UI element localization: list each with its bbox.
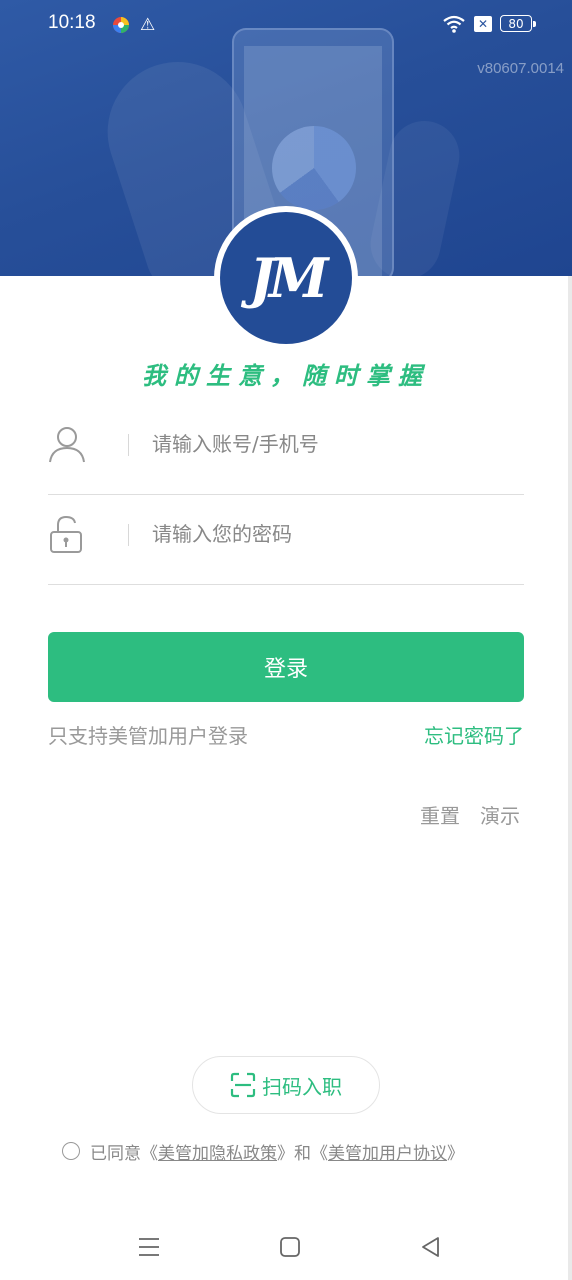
user-agreement-link[interactable]: 美管加用户协议 — [328, 1139, 447, 1164]
reset-button[interactable]: 重置 — [420, 800, 460, 829]
agreement-row: 已同意《 美管加隐私政策 》和《 美管加用户协议 》 — [62, 1138, 464, 1164]
app-logo: JM — [214, 206, 358, 350]
password-field — [48, 494, 524, 585]
battery-icon: 80 — [500, 15, 536, 32]
agreement-middle: 》和《 — [277, 1143, 328, 1164]
app-notification-icon — [113, 17, 129, 33]
agree-radio[interactable] — [62, 1142, 80, 1160]
scan-join-button[interactable]: 扫码入职 — [192, 1056, 380, 1114]
version-label: v80607.0014 — [477, 60, 564, 77]
logo-mark: JM — [249, 246, 328, 310]
wifi-icon — [443, 15, 465, 33]
field-separator — [128, 524, 129, 546]
status-bar: 10:18 ⚠ ✕ 80 — [0, 0, 572, 52]
sim-disabled-icon: ✕ — [474, 16, 492, 32]
system-nav-bar — [0, 1216, 572, 1280]
login-button[interactable]: 登录 — [48, 632, 524, 702]
scroll-edge — [568, 276, 572, 1280]
account-field — [48, 404, 524, 495]
warning-icon: ⚠ — [140, 15, 156, 35]
forgot-password-link[interactable]: 忘记密码了 — [424, 720, 524, 749]
scan-join-label: 扫码入职 — [262, 1074, 342, 1099]
lock-icon — [50, 515, 82, 553]
scan-icon — [230, 1072, 256, 1098]
agreement-prefix: 已同意《 — [90, 1143, 158, 1164]
home-icon[interactable] — [277, 1234, 303, 1260]
demo-button[interactable]: 演示 — [480, 800, 520, 829]
password-input[interactable] — [152, 512, 512, 556]
user-icon — [49, 427, 85, 463]
agreement-suffix: 》 — [447, 1143, 464, 1164]
field-separator — [128, 434, 129, 456]
privacy-policy-link[interactable]: 美管加隐私政策 — [158, 1139, 277, 1164]
back-icon[interactable] — [418, 1234, 444, 1260]
account-input[interactable] — [152, 422, 512, 466]
login-hint: 只支持美管加用户登录 — [48, 724, 248, 748]
menu-icon[interactable] — [136, 1234, 162, 1260]
slogan: 我的生意，随时掌握 — [142, 361, 430, 390]
status-time: 10:18 — [48, 12, 96, 33]
